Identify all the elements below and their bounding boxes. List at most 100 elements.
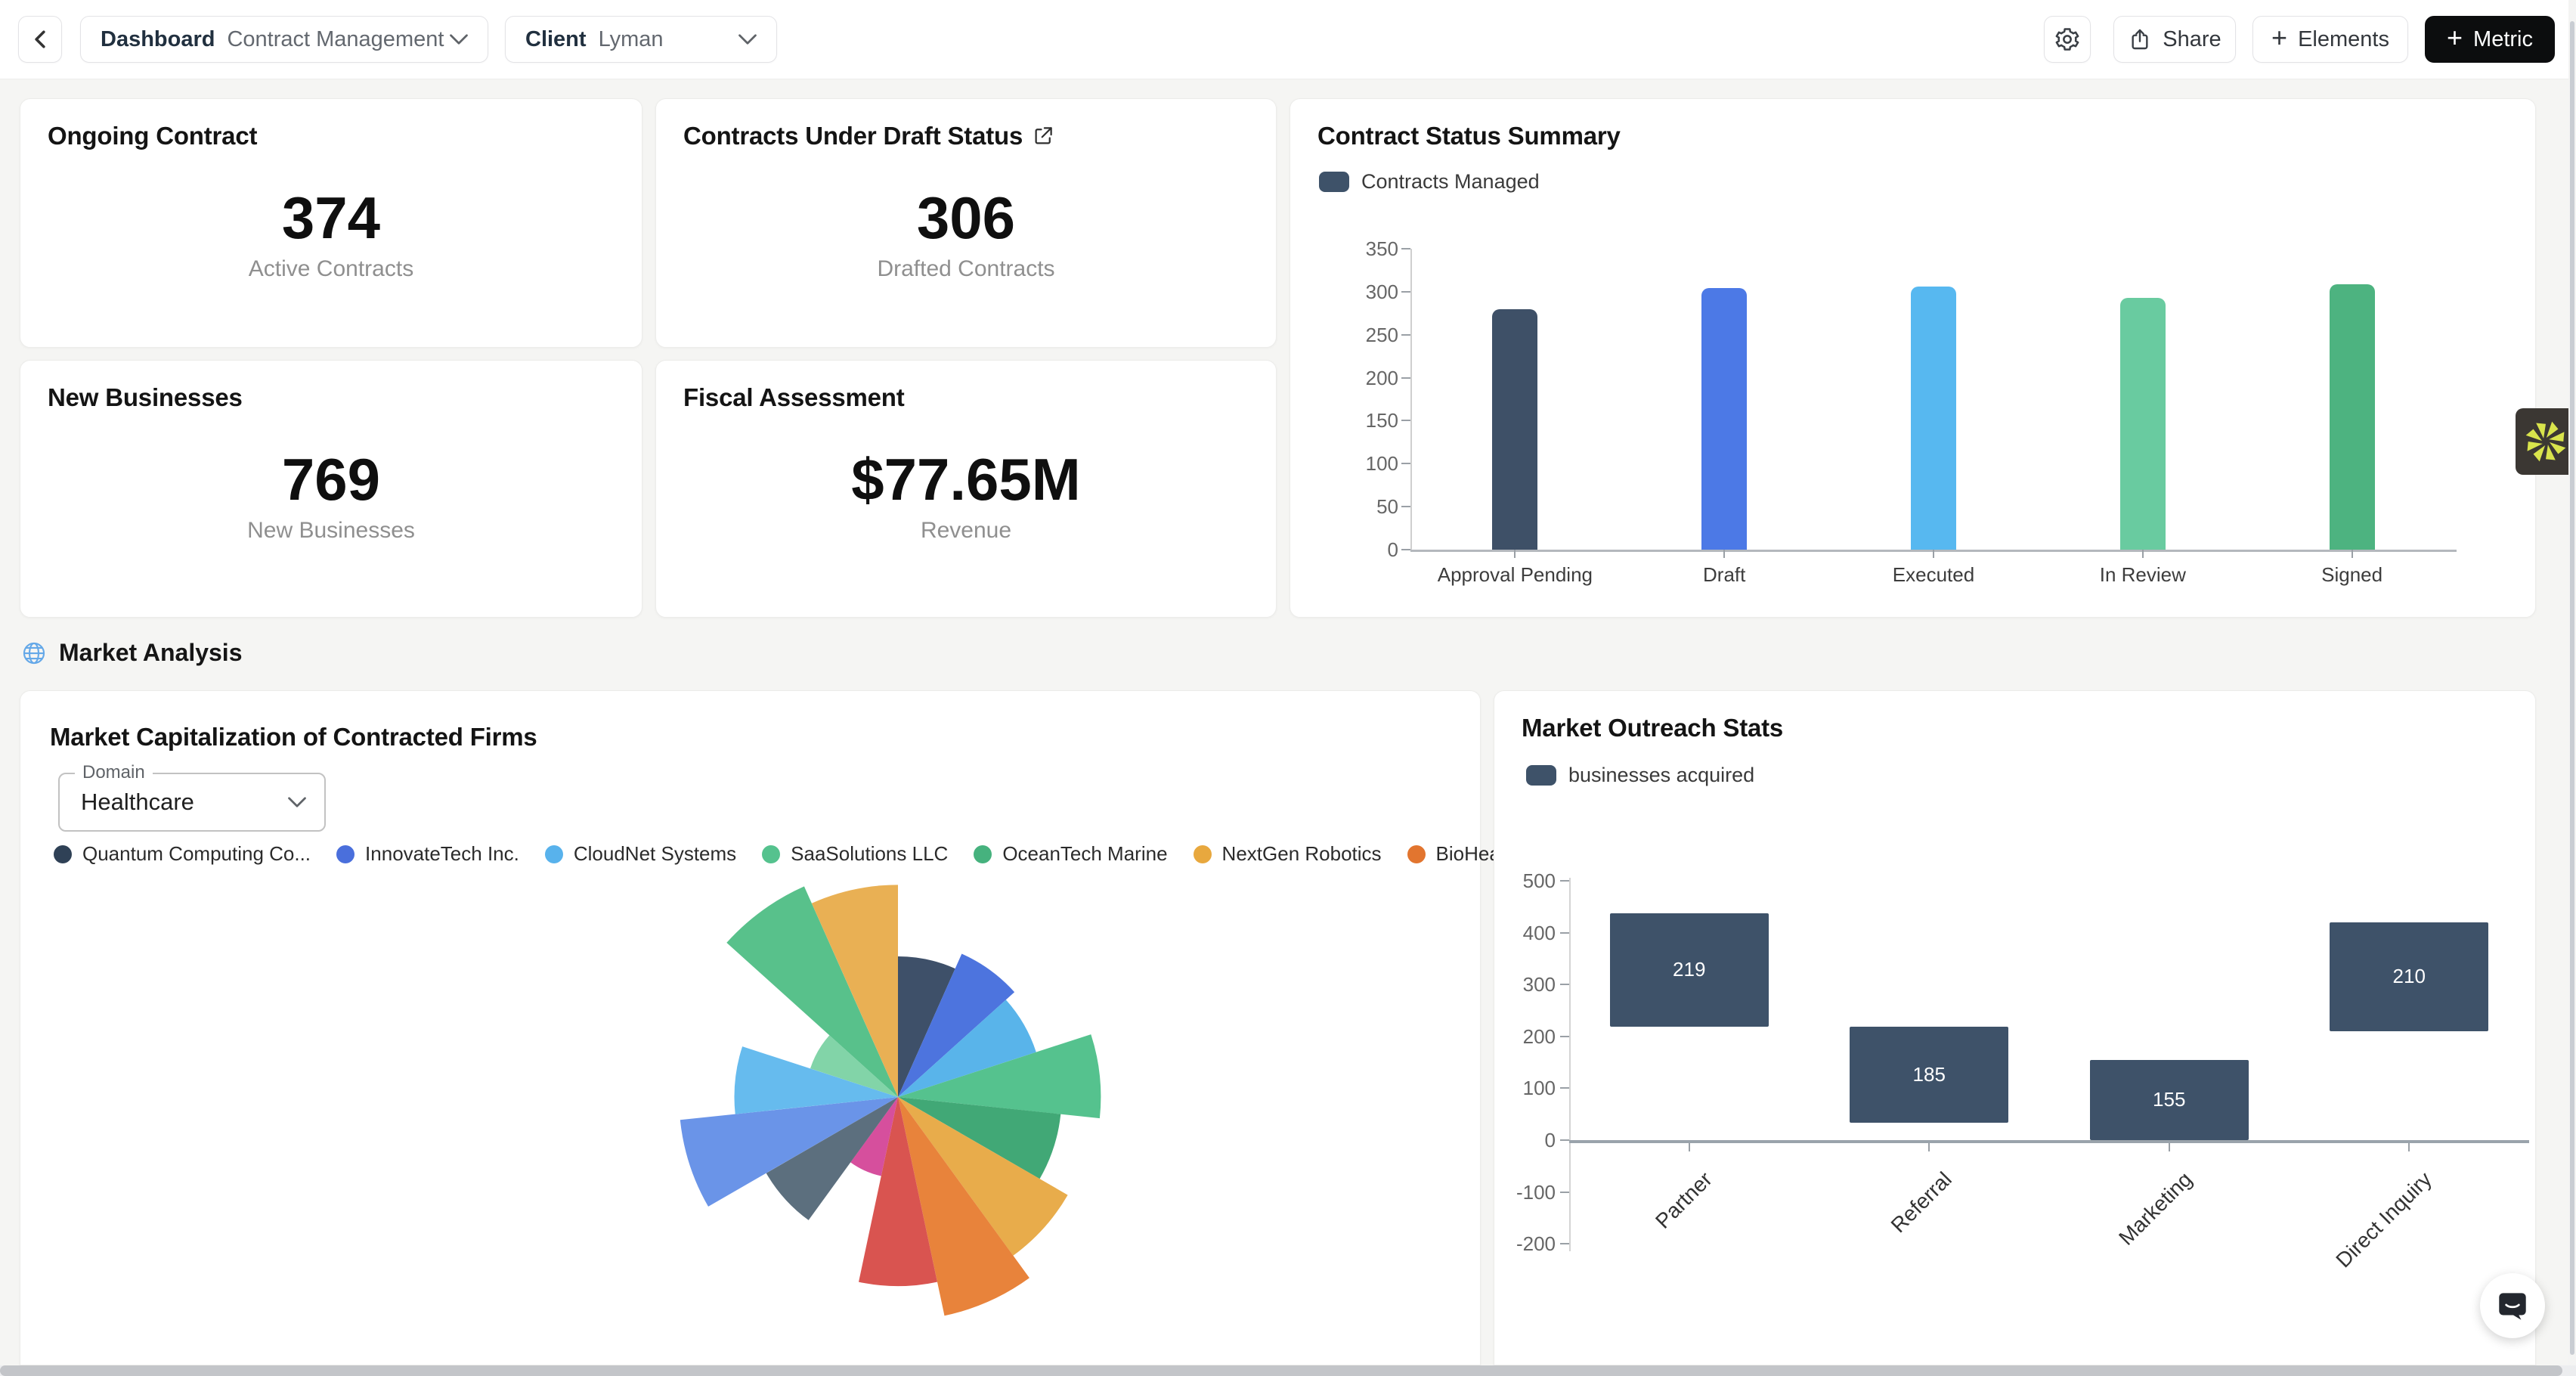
bar-value-label: 155: [2153, 1088, 2185, 1111]
y-tick-mark: [1560, 1036, 1569, 1037]
y-tick-mark: [1560, 1139, 1569, 1141]
y-tick-mark: [1560, 1192, 1569, 1193]
metric-value: 306: [656, 184, 1276, 253]
chevron-left-icon: [30, 28, 50, 51]
dashboard-selector-label: Dashboard: [101, 27, 215, 52]
y-tick-label: 400: [1456, 922, 1556, 945]
legend-item[interactable]: Quantum Computing Co...: [54, 842, 311, 866]
bar-direct-inquiry[interactable]: 210: [2330, 922, 2488, 1031]
plus-icon: +: [2271, 24, 2287, 51]
x-tick-mark: [1514, 550, 1516, 558]
topbar: Dashboard Contract Management Client Lym…: [0, 0, 2576, 79]
legend-swatch: [1319, 172, 1349, 192]
y-tick-label: 250: [1305, 324, 1398, 347]
legend-dot: [1407, 845, 1426, 863]
x-category-label: Marketing: [2008, 1167, 2197, 1356]
x-tick-mark: [1689, 1143, 1690, 1151]
domain-select[interactable]: Domain Healthcare: [58, 773, 326, 832]
chevron-down-icon: [738, 34, 757, 45]
y-tick-mark: [1401, 334, 1410, 336]
contract-status-summary-card: Contract Status Summary Contracts Manage…: [1290, 98, 2536, 618]
zero-axis-line: [1569, 1140, 2529, 1143]
y-axis-line: [1410, 249, 1412, 550]
x-tick-mark: [2142, 550, 2144, 558]
card-title: Contracts Under Draft Status: [683, 122, 1054, 150]
metric-sublabel: Active Contracts: [20, 256, 642, 282]
bar-value-label: 185: [1913, 1063, 1946, 1086]
y-tick-label: 100: [1456, 1077, 1556, 1100]
x-category-label: Executed: [1828, 563, 2039, 587]
metric-sublabel: Drafted Contracts: [656, 256, 1276, 282]
y-tick-label: 200: [1305, 367, 1398, 390]
bar-referral[interactable]: 185: [1850, 1027, 2008, 1123]
market-outreach-card: Market Outreach Stats businesses acquire…: [1494, 690, 2536, 1365]
client-selector[interactable]: Client Lyman: [505, 16, 777, 63]
legend-item-label: NextGen Robotics: [1222, 842, 1382, 866]
y-tick-mark: [1401, 420, 1410, 421]
bar-in-review[interactable]: [2120, 298, 2166, 550]
legend-dot: [545, 845, 563, 863]
legend-dot: [54, 845, 72, 863]
chart-legend[interactable]: Contracts Managed: [1319, 170, 1540, 194]
y-tick-mark: [1560, 880, 1569, 882]
legend-dot: [336, 845, 355, 863]
add-metric-button[interactable]: + Metric: [2425, 16, 2555, 63]
bar-draft[interactable]: [1701, 288, 1747, 550]
dashboard-selector[interactable]: Dashboard Contract Management: [80, 16, 488, 63]
polar-rose-chart[interactable]: [656, 855, 1140, 1339]
x-tick-mark: [1933, 550, 1934, 558]
domain-select-value: Healthcare: [81, 789, 194, 816]
chat-bubble-smile-icon: [2494, 1287, 2531, 1325]
elements-button-label: Elements: [2298, 27, 2389, 52]
y-tick-mark: [1560, 1243, 1569, 1244]
y-tick-label: 300: [1456, 973, 1556, 996]
y-tick-mark: [1401, 506, 1410, 507]
y-axis-line: [1569, 878, 1571, 1251]
horizontal-scrollbar-track: [0, 1365, 2576, 1376]
domain-select-label: Domain: [75, 762, 153, 783]
legend-item[interactable]: InnovateTech Inc.: [336, 842, 519, 866]
metric-card-contracts-under-draft: Contracts Under Draft Status 306 Drafted…: [655, 98, 1277, 348]
x-tick-mark: [2352, 550, 2353, 558]
share-button[interactable]: Share: [2113, 16, 2236, 63]
bar-executed[interactable]: [1911, 287, 1956, 550]
legend-label: businesses acquired: [1568, 764, 1754, 787]
add-elements-button[interactable]: + Elements: [2252, 16, 2408, 63]
y-tick-label: 100: [1305, 452, 1398, 476]
asterisk-pinwheel-icon: [2525, 420, 2567, 463]
x-tick-mark: [1723, 550, 1725, 558]
y-tick-mark: [1401, 291, 1410, 293]
bar-marketing[interactable]: 155: [2090, 1060, 2249, 1140]
bar-partner[interactable]: 219: [1610, 913, 1769, 1027]
chart-legend[interactable]: businesses acquired: [1526, 764, 1754, 787]
legend-label: Contracts Managed: [1361, 170, 1540, 194]
x-category-label: In Review: [2037, 563, 2249, 587]
settings-button[interactable]: [2044, 16, 2091, 63]
legend-dot: [1194, 845, 1212, 863]
client-selector-value: Lyman: [599, 27, 664, 52]
x-category-label: Direct Inquiry: [2249, 1167, 2437, 1356]
gear-icon: [2054, 26, 2081, 53]
y-tick-mark: [1401, 463, 1410, 464]
legend-item-label: InnovateTech Inc.: [365, 842, 519, 866]
y-tick-label: 500: [1456, 869, 1556, 893]
dashboard-screen: Dashboard Contract Management Client Lym…: [0, 0, 2576, 1376]
x-category-label: Draft: [1618, 563, 1830, 587]
external-link-icon[interactable]: [1032, 125, 1054, 147]
bar-approval-pending[interactable]: [1492, 309, 1537, 550]
x-category-label: Referral: [1769, 1167, 1957, 1356]
market-analysis-section-header: Market Analysis: [21, 639, 242, 667]
bar-signed[interactable]: [2330, 284, 2375, 550]
back-button[interactable]: [18, 16, 62, 63]
metric-value: $77.65M: [656, 445, 1276, 514]
chat-button[interactable]: [2480, 1273, 2545, 1338]
vertical-scrollbar-thumb[interactable]: [2570, 21, 2574, 1355]
legend-item[interactable]: NextGen Robotics: [1194, 842, 1382, 866]
section-title: Market Analysis: [59, 639, 242, 667]
horizontal-scrollbar-thumb[interactable]: [0, 1365, 2562, 1376]
x-category-label: Partner: [1528, 1167, 1717, 1356]
card-title: Fiscal Assessment: [683, 383, 905, 412]
chart-title: Market Outreach Stats: [1522, 714, 1783, 742]
bar-value-label: 219: [1673, 958, 1705, 981]
feedback-widget-button[interactable]: [2516, 408, 2576, 475]
